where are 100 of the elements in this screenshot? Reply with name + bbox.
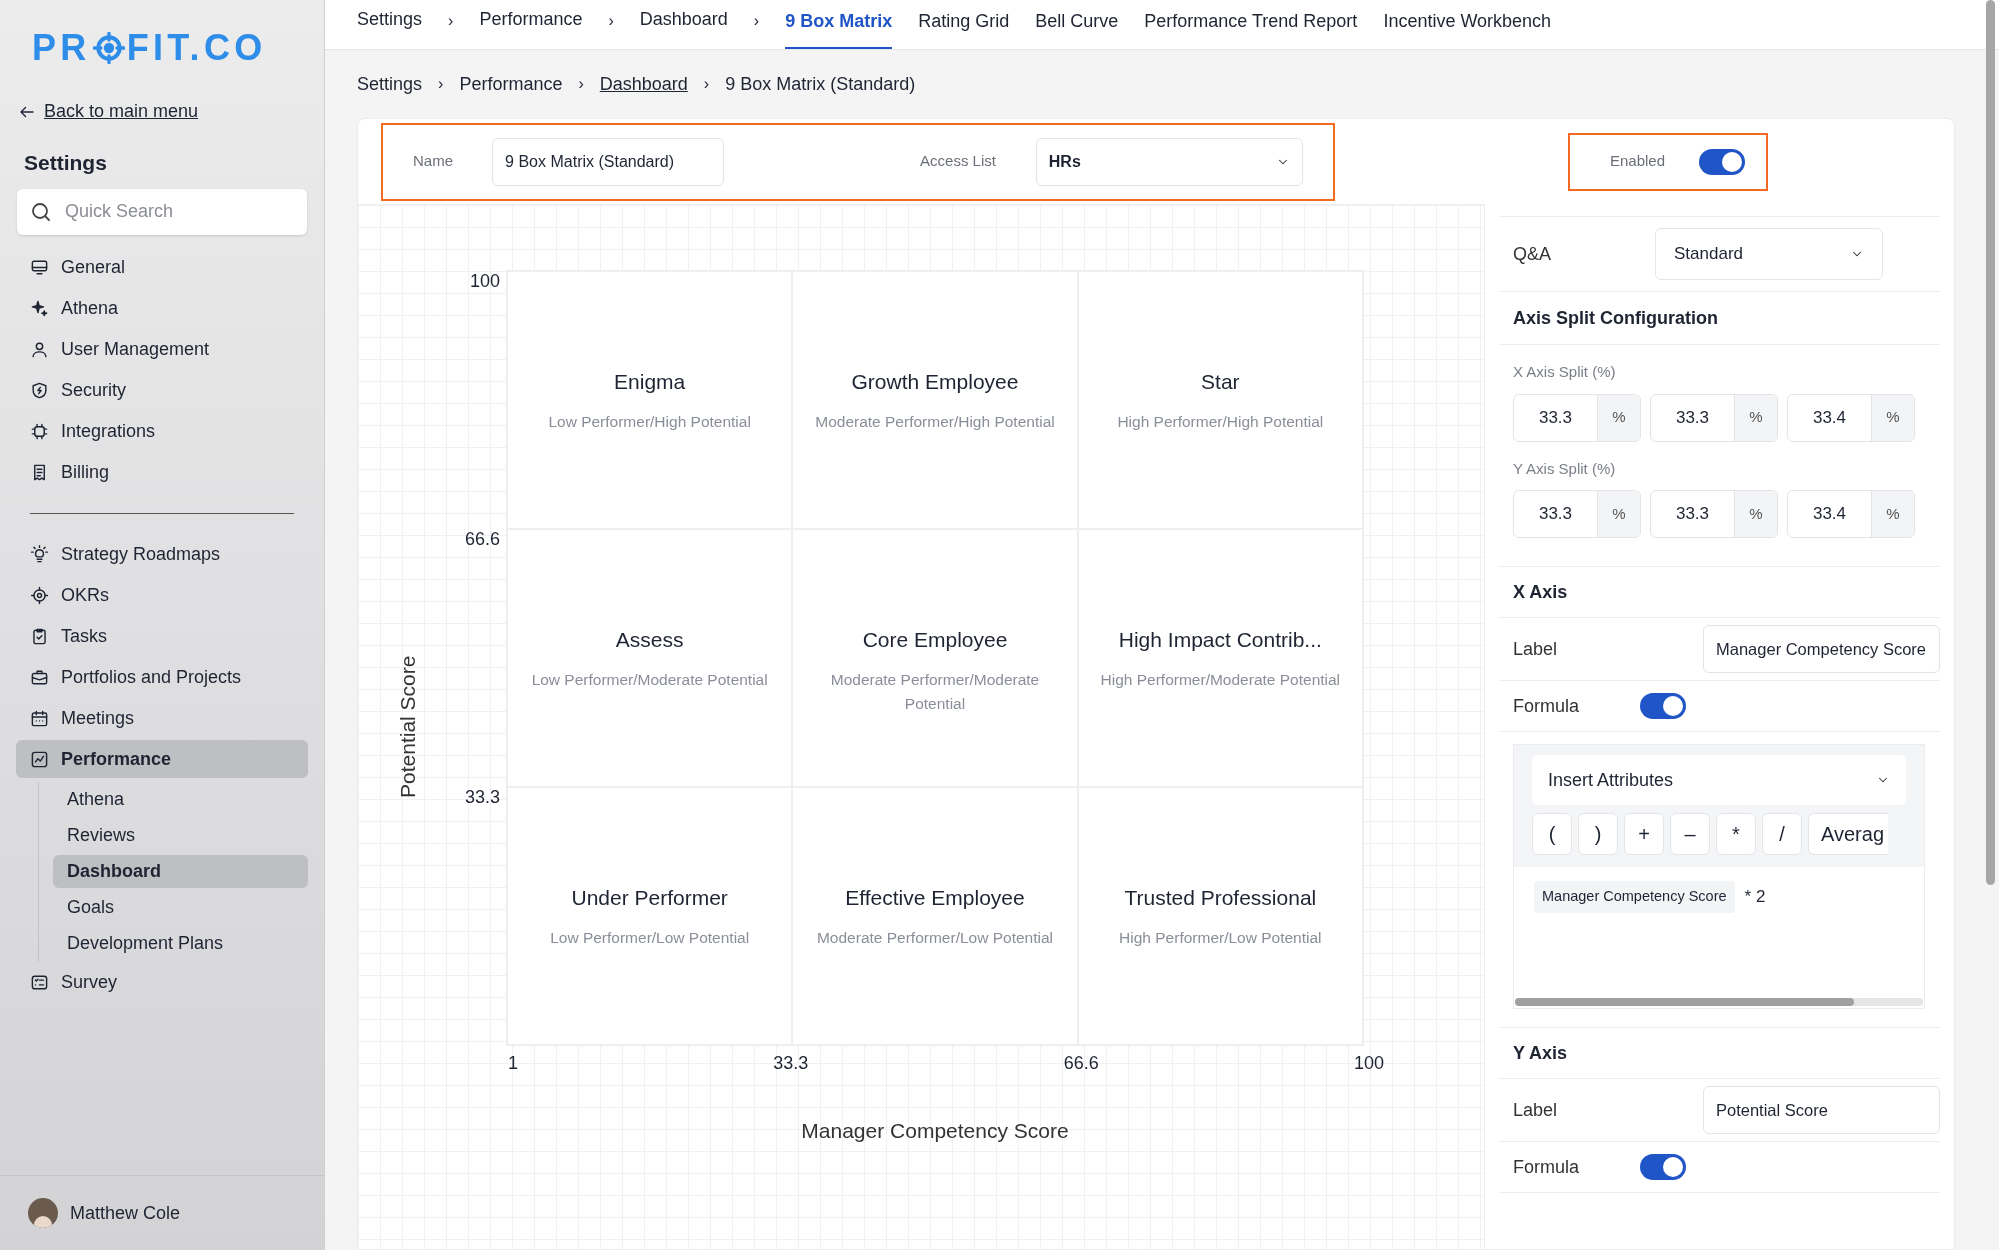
field-label: X Axis Split (%) [1512, 362, 1617, 382]
sidebar-item[interactable]: User Management [16, 330, 308, 368]
cell-subtitle: Low Performer/High Potential [548, 411, 751, 432]
logo-text: FIT.CO [126, 26, 267, 70]
access-list-dropdown[interactable]: HRs [1035, 137, 1303, 186]
name-field[interactable]: 9 Box Matrix (Standard) [492, 137, 725, 186]
sidebar-item[interactable]: General [16, 248, 308, 286]
tab[interactable]: 9 Box Matrix [785, 8, 893, 49]
sidebar-item[interactable]: Survey [16, 963, 308, 1001]
cell-title: Assess [615, 627, 684, 653]
breadcrumb-link[interactable]: Performance [479, 6, 583, 49]
sidebar-item[interactable]: Billing [16, 453, 308, 491]
cell-subtitle: Moderate Performer/Moderate Potential [829, 669, 1041, 714]
field-label: Access List [920, 151, 997, 172]
operator-button[interactable]: / [1762, 813, 1802, 855]
cell-subtitle: Moderate Performer/Low Potential [816, 927, 1053, 948]
breadcrumb-separator: › [578, 74, 584, 94]
user-name: Matthew Cole [70, 1201, 181, 1225]
percent-field[interactable]: 33.3 % [1513, 490, 1641, 538]
tick-label: 66.6 [1063, 1052, 1099, 1075]
percent-field[interactable]: 33.3 % [1650, 393, 1778, 442]
axis-label: Potential Score [395, 655, 421, 799]
target-icon [30, 585, 49, 605]
formula-toggle[interactable] [1640, 693, 1686, 719]
clipboard-icon [30, 626, 49, 646]
cell-title: Enigma [614, 369, 686, 395]
calendar-icon [30, 708, 49, 728]
tick-label: 100 [469, 270, 500, 293]
sidebar-item[interactable]: Portfolios and Projects [16, 658, 308, 696]
sidebar-subitem[interactable]: Development Plans [53, 927, 308, 960]
back-link[interactable]: Back to main menu [18, 98, 199, 125]
shield-icon [30, 380, 49, 400]
attribute-chip: Manager Competency Score [1534, 881, 1735, 913]
sidebar-item[interactable]: Performance [16, 740, 308, 778]
sidebar-item[interactable]: Meetings [16, 699, 308, 737]
breadcrumb-link[interactable]: Dashboard [599, 70, 688, 98]
logo-text: PR [32, 26, 91, 70]
operator-button[interactable]: ( [1532, 813, 1572, 855]
operator-button[interactable]: – [1670, 813, 1710, 855]
checklist-icon [30, 972, 49, 992]
search-field[interactable]: Quick Search [17, 188, 307, 235]
label-field[interactable]: Manager Competency Score [1703, 625, 1940, 673]
tick-label: 1 [508, 1052, 518, 1075]
sidebar-subitem[interactable]: Goals [53, 891, 308, 924]
formula-toggle[interactable] [1640, 1154, 1686, 1180]
sidebar-item[interactable]: Tasks [16, 617, 308, 655]
cell-title: High Impact Contrib... [1118, 627, 1322, 653]
operator-button[interactable]: Averag [1808, 813, 1888, 855]
section-title: Y Axis [1513, 1041, 1568, 1065]
field-label: Formula [1513, 694, 1579, 718]
chart-icon [30, 749, 49, 769]
unit-label: % [1871, 491, 1914, 537]
lightbulb-icon [30, 544, 49, 564]
breadcrumb-text: Settings [357, 72, 423, 96]
sidebar-subitem[interactable]: Reviews [53, 819, 308, 852]
sidebar-item[interactable]: Strategy Roadmaps [16, 535, 308, 573]
tick-label: 33.3 [464, 786, 500, 809]
vertical-scrollbar[interactable] [1986, 0, 1995, 885]
tick-label: 100 [1353, 1052, 1384, 1075]
label-field[interactable]: Potential Score [1703, 1086, 1940, 1134]
axis-label: Manager Competency Score [801, 1118, 1069, 1144]
sidebar-item[interactable]: Athena [16, 289, 308, 327]
sidebar-item[interactable]: OKRs [16, 576, 308, 614]
field-label: Q&A [1513, 242, 1551, 266]
sidebar-subitem[interactable]: Dashboard [53, 855, 308, 888]
tab[interactable]: Performance Trend Report [1144, 8, 1358, 49]
operator-button[interactable]: + [1624, 813, 1664, 855]
tab[interactable]: Incentive Workbench [1383, 8, 1552, 49]
tab[interactable]: Bell Curve [1035, 8, 1119, 49]
breadcrumb-separator: › [438, 74, 444, 94]
breadcrumb-separator: › [448, 11, 454, 31]
section-title: Axis Split Configuration [1513, 306, 1718, 330]
operator-button[interactable]: ) [1578, 813, 1618, 855]
sidebar-item[interactable]: Integrations [16, 412, 308, 450]
operator-button[interactable]: * [1716, 813, 1756, 855]
breadcrumb-link[interactable]: Settings [357, 6, 423, 49]
sidebar-subitem[interactable]: Athena [53, 783, 308, 816]
cell-title: Growth Employee [851, 369, 1019, 395]
percent-field[interactable]: 33.4 % [1787, 393, 1915, 442]
qa-dropdown[interactable]: Standard [1655, 228, 1883, 280]
tick-label: 33.3 [773, 1052, 809, 1075]
percent-field[interactable]: 33.4 % [1787, 490, 1915, 538]
horizontal-scrollbar[interactable] [1515, 998, 1923, 1006]
enabled-toggle[interactable] [1699, 148, 1746, 175]
percent-field[interactable]: 33.3 % [1650, 490, 1778, 538]
section-title: X Axis [1513, 580, 1568, 604]
insert-attributes-dropdown[interactable]: Insert Attributes [1532, 755, 1906, 805]
unit-label: % [1597, 394, 1640, 441]
toggle-label: Enabled [1610, 151, 1666, 172]
cell-subtitle: Low Performer/Moderate Potential [531, 669, 768, 690]
cell-subtitle: Moderate Performer/High Potential [815, 411, 1055, 432]
breadcrumb-link[interactable]: Dashboard [639, 6, 728, 49]
breadcrumb-text: Performance [459, 72, 563, 96]
percent-field[interactable]: 33.3 % [1513, 393, 1641, 442]
sidebar-item[interactable]: Security [16, 371, 308, 409]
cell-title: Star [1201, 369, 1240, 395]
tab[interactable]: Rating Grid [918, 8, 1010, 49]
formula-text: * 2 [1744, 886, 1766, 908]
cell-title: Effective Employee [845, 885, 1025, 911]
monitor-icon [30, 257, 49, 277]
